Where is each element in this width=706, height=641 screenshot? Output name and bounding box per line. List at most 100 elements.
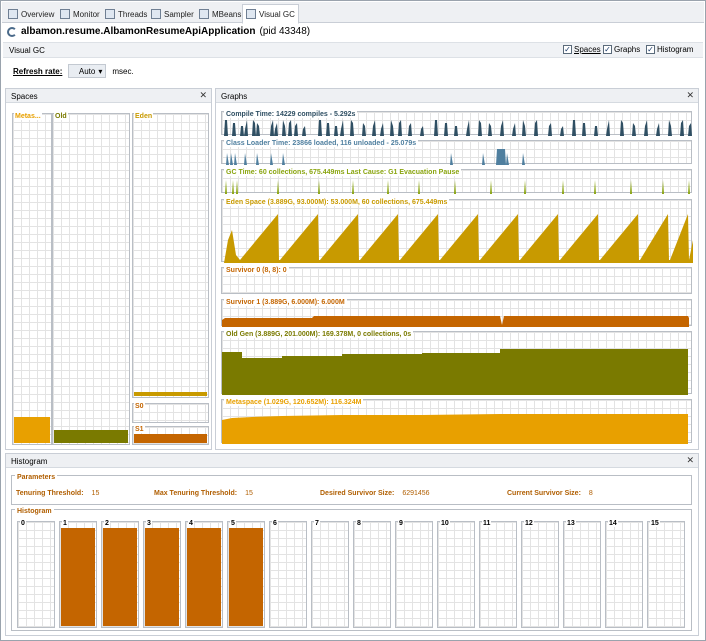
metaspace-plot <box>222 414 688 444</box>
parameters-box: Parameters Tenuring Threshold: 15 Max Ten… <box>11 474 692 505</box>
desired-survivor-size: Desired Survivor Size: 6291456 <box>320 490 430 497</box>
metaspace-trace <box>222 414 688 444</box>
eden-fill <box>134 392 207 396</box>
histogram-bin: 10 <box>437 520 475 628</box>
tab-monitor[interactable]: Monitor <box>57 5 103 23</box>
histogram-bin: 0 <box>17 520 55 628</box>
visualgc-toolbar: Visual GC ✓ Spaces ✓ Graphs ✓ Histogram <box>3 42 703 58</box>
histogram-bin-label: 2 <box>104 520 110 527</box>
histogram-bin-label: 3 <box>146 520 152 527</box>
old-gen-plot <box>222 349 688 395</box>
histogram-bin: 2 <box>101 520 139 628</box>
tenuring-threshold: Tenuring Threshold: 15 <box>16 490 100 497</box>
monitor-icon <box>60 9 70 19</box>
histogram-checkbox[interactable]: ✓ Histogram <box>646 45 693 54</box>
refresh-rate-row: Refresh rate: Auto ▾ msec. <box>13 64 134 78</box>
graphs-checkbox[interactable]: ✓ Graphs <box>603 45 640 54</box>
mbeans-icon <box>199 9 209 19</box>
survivor1-trace <box>222 316 689 327</box>
histogram-bin: 6 <box>269 520 307 628</box>
histogram-bin: 7 <box>311 520 349 628</box>
old-gen-trace <box>222 349 688 395</box>
histogram-bin-label: 4 <box>188 520 194 527</box>
histogram-bin: 8 <box>353 520 391 628</box>
histogram-bin: 12 <box>521 520 559 628</box>
check-icon: ✓ <box>563 45 572 54</box>
survivor1-graph: Survivor 1 (3.889G, 6.000M): 6.000M <box>221 299 692 327</box>
histogram-bin-label: 8 <box>356 520 362 527</box>
old-gen-graph: Old Gen (3.889G, 201.000M): 169.378M, 0 … <box>221 331 692 395</box>
tab-sampler[interactable]: Sampler <box>148 5 197 23</box>
histogram-bin-label: 12 <box>524 520 534 527</box>
metaspace-graph: Metaspace (1.029G, 120.652M): 116.324M <box>221 399 692 444</box>
current-survivor-size: Current Survivor Size: 8 <box>507 490 593 497</box>
visualgc-icon <box>246 9 256 19</box>
histogram-bin-label: 5 <box>230 520 236 527</box>
histogram-bin-label: 7 <box>314 520 320 527</box>
histogram-bin-label: 11 <box>482 520 492 527</box>
gc-time-trace <box>222 180 693 194</box>
old-space: Old <box>52 113 130 445</box>
close-icon[interactable]: ✕ <box>199 90 207 101</box>
histogram-bin-label: 0 <box>20 520 26 527</box>
page-title: albamon.resume.AlbamonResumeApiApplicati… <box>7 26 310 37</box>
tab-mbeans[interactable]: MBeans <box>196 5 244 23</box>
class-loader-graph: Class Loader Time: 23866 loaded, 116 unl… <box>221 140 693 165</box>
graphs-panel-header: Graphs ✕ <box>216 89 698 103</box>
histogram-bin-label: 14 <box>608 520 618 527</box>
tab-visual-gc[interactable]: Visual GC <box>242 4 299 24</box>
histogram-bin: 11 <box>479 520 517 628</box>
spaces-panel-header: Spaces ✕ <box>6 89 211 103</box>
histogram-bin-fill <box>229 528 263 626</box>
s0-space: S0 <box>132 403 209 423</box>
app-refresh-icon <box>7 26 17 37</box>
histogram-bin-label: 10 <box>440 520 450 527</box>
histogram-bin-fill <box>145 528 179 626</box>
histogram-bin: 14 <box>605 520 643 628</box>
histogram-bin-label: 15 <box>650 520 660 527</box>
histogram-bin: 5 <box>227 520 265 628</box>
histogram-bin: 15 <box>647 520 685 628</box>
histogram-panel-header: Histogram ✕ <box>6 454 698 468</box>
histogram-bin-label: 9 <box>398 520 404 527</box>
tab-threads[interactable]: Threads <box>102 5 150 23</box>
histogram-bin: 3 <box>143 520 181 628</box>
tab-overview[interactable]: Overview <box>5 5 57 23</box>
histogram-bin: 9 <box>395 520 433 628</box>
histogram-box: Histogram 0 1 2 3 4 5 6 7 8 9 10 11 12 13 14 15 <box>11 508 692 631</box>
metaspace-space: Metas... <box>12 113 52 445</box>
spaces-panel: Spaces ✕ Metas... Old Eden S0 S1 <box>5 88 212 450</box>
old-fill <box>54 430 128 443</box>
check-icon: ✓ <box>646 45 655 54</box>
visualgc-window: Overview Monitor Threads Sampler MBeans … <box>0 0 706 641</box>
threads-icon <box>105 9 115 19</box>
histogram-bin: 13 <box>563 520 601 628</box>
eden-space-plot <box>222 214 693 263</box>
class-loader-trace <box>222 149 693 165</box>
tab-bar: Overview Monitor Threads Sampler MBeans … <box>2 2 704 24</box>
gc-time-graph: GC Time: 60 collections, 675.449ms Last … <box>221 169 693 194</box>
histogram-bin-label: 13 <box>566 520 576 527</box>
chevron-down-icon: ▾ <box>98 66 103 76</box>
close-icon[interactable]: ✕ <box>686 455 694 466</box>
histogram-bin-fill <box>103 528 137 626</box>
survivor0-graph: Survivor 0 (8, 8): 0 <box>221 267 692 294</box>
close-icon[interactable]: ✕ <box>686 90 694 101</box>
eden-space-graph: Eden Space (3.889G, 93.000M): 53.000M, 6… <box>221 199 693 263</box>
metaspace-fill <box>14 417 50 443</box>
check-icon: ✓ <box>603 45 612 54</box>
compile-time-trace <box>222 120 693 136</box>
histogram-bin: 4 <box>185 520 223 628</box>
eden-space-trace <box>222 214 693 263</box>
spaces-checkbox[interactable]: ✓ Spaces <box>563 45 601 54</box>
refresh-rate-select[interactable]: Auto ▾ <box>68 64 107 78</box>
histogram-bin-label: 6 <box>272 520 278 527</box>
histogram-bin: 1 <box>59 520 97 628</box>
max-tenuring-threshold: Max Tenuring Threshold: 15 <box>154 490 253 497</box>
overview-icon <box>8 9 18 19</box>
sampler-icon <box>151 9 161 19</box>
histogram-bin-fill <box>187 528 221 626</box>
histogram-bin-fill <box>61 528 95 626</box>
s1-fill <box>134 434 207 443</box>
s1-space: S1 <box>132 426 209 445</box>
